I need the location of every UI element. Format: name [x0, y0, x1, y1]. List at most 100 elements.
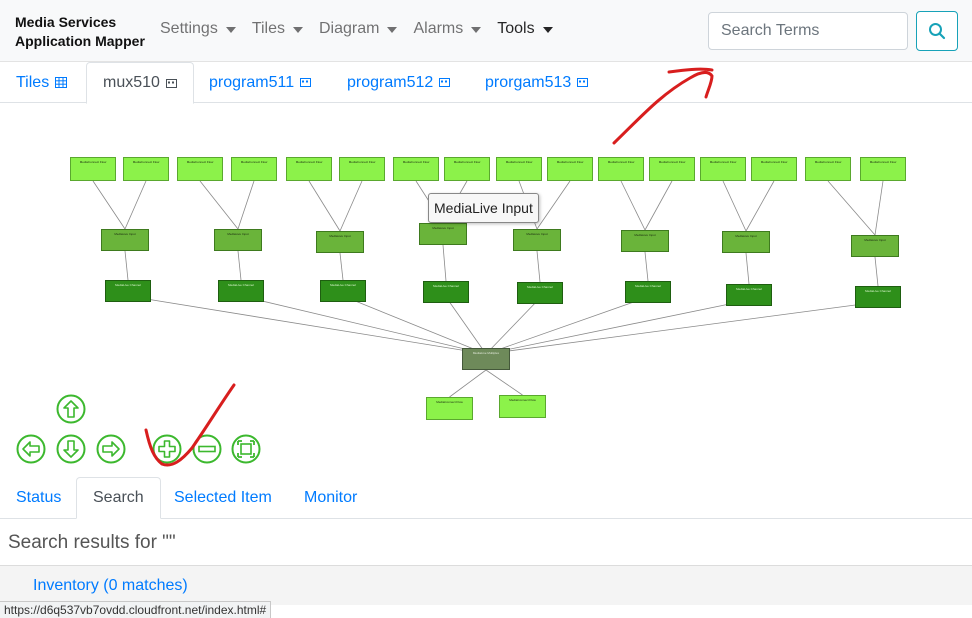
tab-search[interactable]: Search [76, 477, 161, 519]
input-node[interactable]: MediaLive Input [722, 231, 770, 253]
status-bar-url: https://d6q537vb7ovdd.cloudfront.net/ind… [0, 601, 272, 618]
chevron-down-icon [471, 26, 482, 33]
tab-program512[interactable]: program512 [331, 62, 466, 103]
input-node[interactable]: MediaLive Input [101, 229, 149, 251]
input-node[interactable]: MediaLive Input [851, 235, 899, 257]
navbar: Media Services Application Mapper Settin… [0, 0, 972, 62]
diagram-edge [485, 369, 523, 396]
diagram-edge [237, 180, 255, 230]
diagram-edge [644, 180, 673, 231]
search-icon [929, 23, 946, 40]
diagram-icon [300, 78, 312, 87]
pan-right-button[interactable] [96, 434, 126, 464]
diagram-edge [485, 301, 879, 355]
diagram-edge [339, 252, 344, 281]
diagram-edge [199, 180, 239, 230]
nav-settings[interactable]: Settings [160, 20, 236, 38]
brand[interactable]: Media Services Application Mapper [15, 13, 145, 51]
nav-alarms[interactable]: Alarms [413, 20, 482, 38]
flow-node[interactable]: MediaConnect Flow [649, 157, 695, 181]
diagram-edge [874, 180, 884, 236]
plus-icon [152, 434, 182, 464]
multiplex-node[interactable]: MediaLive Multiplex [462, 348, 510, 370]
diagram-edge [722, 180, 747, 232]
flow-node[interactable]: MediaConnect Flow [339, 157, 385, 181]
output-flow-node[interactable]: MediaConnect Flow [499, 395, 546, 418]
chevron-down-icon [225, 26, 236, 33]
flow-node[interactable]: MediaConnect Flow [231, 157, 277, 181]
tab-mux510[interactable]: mux510 [86, 62, 194, 104]
nav-tiles[interactable]: Tiles [252, 20, 303, 38]
channel-node[interactable]: MediaLive Channel [105, 280, 151, 302]
node-tooltip: MediaLive Input [428, 193, 539, 223]
channel-node[interactable]: MediaLive Channel [726, 284, 772, 306]
pan-down-button[interactable] [56, 434, 86, 464]
nav-diagram[interactable]: Diagram [319, 20, 398, 38]
tab-selected-item[interactable]: Selected Item [158, 477, 288, 518]
diagram-edge [339, 180, 363, 232]
tab-prorgam513[interactable]: prorgam513 [469, 62, 604, 103]
channel-node[interactable]: MediaLive Channel [625, 281, 671, 303]
info-tabs: Status Search Selected Item Monitor [0, 477, 972, 519]
flow-node[interactable]: MediaConnect Flow [860, 157, 906, 181]
diagram-edge [536, 180, 571, 230]
channel-node[interactable]: MediaLive Channel [517, 282, 563, 304]
channel-node[interactable]: MediaLive Channel [218, 280, 264, 302]
flow-node[interactable]: MediaConnect Flow [805, 157, 851, 181]
chevron-down-icon [293, 26, 303, 33]
nav-tools[interactable]: Tools [497, 20, 553, 38]
input-node[interactable]: MediaLive Input [316, 231, 364, 253]
diagram-icon [439, 78, 451, 87]
diagram-edge [442, 244, 447, 282]
flow-node[interactable]: MediaConnect Flow [70, 157, 116, 181]
flow-node[interactable]: MediaConnect Flow [496, 157, 542, 181]
flow-node[interactable]: MediaConnect Flow [177, 157, 223, 181]
search-button[interactable] [916, 11, 958, 51]
search-input[interactable] [708, 12, 908, 50]
output-flow-node[interactable]: MediaConnect Flow [426, 397, 473, 420]
arrow-right-icon [96, 434, 126, 464]
channel-node[interactable]: MediaLive Channel [320, 280, 366, 302]
diagram-edge [745, 180, 775, 232]
pan-up-button[interactable] [56, 394, 86, 424]
input-node[interactable]: MediaLive Input [419, 223, 467, 245]
channel-node[interactable]: MediaLive Channel [855, 286, 901, 308]
input-node[interactable]: MediaLive Input [513, 229, 561, 251]
pan-left-button[interactable] [16, 434, 46, 464]
flow-node[interactable]: MediaConnect Flow [123, 157, 169, 181]
diagram-edge [237, 250, 242, 281]
fit-view-button[interactable] [231, 434, 261, 464]
input-node[interactable]: MediaLive Input [214, 229, 262, 251]
diagram-edge [745, 252, 750, 285]
diagram-edge [308, 180, 341, 232]
arrow-up-icon [56, 394, 86, 424]
diagram-edge [445, 296, 487, 355]
diagram-icon [577, 78, 589, 87]
zoom-in-button[interactable] [152, 434, 182, 464]
inventory-link[interactable]: Inventory (0 matches) [33, 577, 188, 595]
chevron-down-icon [387, 26, 398, 33]
tab-tiles[interactable]: Tiles [0, 62, 83, 103]
tab-status[interactable]: Status [0, 477, 77, 518]
flow-node[interactable]: MediaConnect Flow [751, 157, 797, 181]
flow-node[interactable]: MediaConnect Flow [700, 157, 746, 181]
tab-program511[interactable]: program511 [193, 62, 327, 103]
chevron-down-icon [542, 26, 553, 33]
minus-icon [192, 434, 222, 464]
brand-line-2: Application Mapper [15, 33, 145, 49]
channel-node[interactable]: MediaLive Channel [423, 281, 469, 303]
diagram-edge [536, 250, 541, 283]
flow-node[interactable]: MediaConnect Flow [393, 157, 439, 181]
flow-node[interactable]: MediaConnect Flow [547, 157, 593, 181]
diagram-canvas[interactable]: MediaLive Multiplex MediaConnect Flow Medi… [0, 104, 972, 476]
flow-node[interactable]: MediaConnect Flow [286, 157, 332, 181]
flow-node[interactable]: MediaConnect Flow [598, 157, 644, 181]
flow-node[interactable]: MediaConnect Flow [444, 157, 490, 181]
zoom-out-button[interactable] [192, 434, 222, 464]
diagram-edge [124, 250, 129, 281]
input-node[interactable]: MediaLive Input [621, 230, 669, 252]
grid-icon [55, 77, 68, 88]
inventory-panel: Inventory (0 matches) [0, 565, 972, 605]
tab-monitor[interactable]: Monitor [288, 477, 373, 518]
nav-menu: Settings Tiles Diagram Alarms Tools [160, 20, 569, 38]
